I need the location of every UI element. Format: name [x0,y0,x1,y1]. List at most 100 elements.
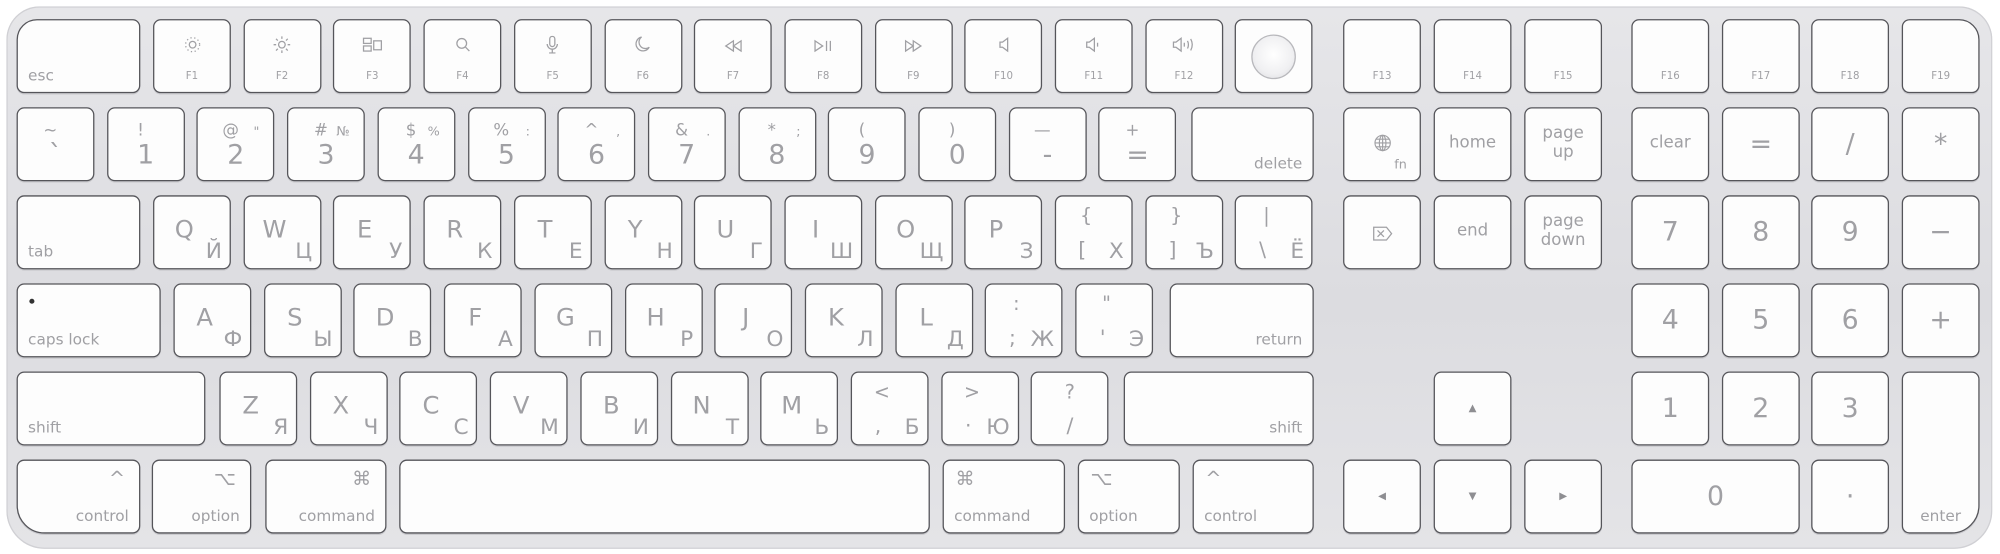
key-clear[interactable]: clear [1631,107,1710,182]
key-3[interactable]: 3 [1811,371,1890,446]
key-f4[interactable]: F4 [423,19,502,94]
key-page-up[interactable]: page up [1524,107,1603,182]
key-backslash[interactable]: | \ Ё [1235,195,1313,270]
key-f5[interactable]: F5 [513,19,592,94]
key-semicolon[interactable]: :; Ж [985,283,1063,358]
key-backtick[interactable]: ~ ` [16,107,95,182]
key-l[interactable]: LД [894,283,973,358]
key-tab[interactable]: tab [16,195,141,270]
key-control[interactable]: control ^ [1192,459,1314,534]
key-touch-id[interactable] [1235,19,1313,94]
key-f11[interactable]: F11 [1054,19,1133,94]
key-forward-delete[interactable] [1343,195,1421,270]
key-7[interactable]: 7 [1631,195,1710,270]
key-1[interactable]: ! 1 [106,107,185,182]
key-f15[interactable]: F15 [1524,19,1603,94]
key-t[interactable]: TЕ [513,195,592,270]
key-6[interactable]: 6 [1811,283,1890,358]
key-5[interactable]: %:5 [467,107,546,182]
key-equals[interactable]: + = [1098,107,1177,182]
key-2[interactable]: 2 [1721,371,1800,446]
key-f9[interactable]: F9 [874,19,953,94]
key-8[interactable]: *; 8 [737,107,816,182]
key-1[interactable]: 1 [1631,371,1710,446]
key-period[interactable]: · [1811,459,1890,534]
key-slash[interactable]: / [1811,107,1890,182]
key-command[interactable]: command ⌘ [265,459,387,534]
key-w[interactable]: WЦ [243,195,322,270]
key-option[interactable]: option ⌥ [151,459,252,534]
key-plus[interactable]: + [1901,283,1980,358]
key-b[interactable]: BИ [580,371,658,446]
key-f[interactable]: FА [443,283,522,358]
key-g[interactable]: GП [534,283,612,358]
key-0[interactable]: ) 0 [918,107,997,182]
key-f8[interactable]: F8 [784,19,863,94]
key-return[interactable]: return [1169,283,1314,358]
key-z[interactable]: ZЯ [219,371,298,446]
key-k[interactable]: KЛ [804,283,883,358]
key-f6[interactable]: F6 [603,19,682,94]
key-9[interactable]: 9 [1811,195,1890,270]
key-f14[interactable]: F14 [1433,19,1512,94]
key-4[interactable]: $% 4 [377,107,456,182]
key-f12[interactable]: F12 [1145,19,1223,94]
key-slash[interactable]: ? / [1030,371,1109,446]
key-a[interactable]: AФ [173,283,252,358]
key-9[interactable]: (9 [828,107,906,182]
key-0[interactable]: 0 [1631,459,1800,534]
key-f16[interactable]: F16 [1631,19,1710,94]
key-f17[interactable]: F17 [1721,19,1800,94]
key-arrow-right[interactable]: ▶ [1524,459,1603,534]
key-minus[interactable]: — - [1008,107,1087,182]
key-y[interactable]: YН [603,195,682,270]
key-x[interactable]: XЧ [309,371,388,446]
key-p[interactable]: PЗ [964,195,1043,270]
key-arrow-left[interactable]: ◀ [1343,459,1421,534]
key-f10[interactable]: F10 [964,19,1043,94]
key-option[interactable]: option ⌥ [1077,459,1180,534]
key-control[interactable]: control ^ [16,459,141,534]
key-e[interactable]: EУ [333,195,412,270]
key-comma[interactable]: <, Б [850,371,929,446]
key-caps-lock[interactable]: caps lock [16,283,161,358]
key-home[interactable]: home [1433,107,1512,182]
key-quote[interactable]: " ' Э [1075,283,1154,358]
key-delete[interactable]: delete [1191,107,1314,182]
key-u[interactable]: UГ [694,195,772,270]
key-o[interactable]: OЩ [874,195,953,270]
key-7[interactable]: &. 7 [647,107,726,182]
key-3[interactable]: # № 3 [287,107,365,182]
key-period[interactable]: > · Ю [940,371,1019,446]
key-2[interactable]: @ " 2 [196,107,275,182]
key-command[interactable]: command ⌘ [942,459,1066,534]
key-d[interactable]: DВ [353,283,432,358]
key-f13[interactable]: F13 [1343,19,1421,94]
key-shift[interactable]: shift [16,371,206,446]
key-q[interactable]: QЙ [153,195,231,270]
key-f18[interactable]: F18 [1811,19,1890,94]
key-arrow-up[interactable]: ▲ [1433,371,1512,446]
key-space[interactable] [399,459,930,534]
key-f3[interactable]: F3 [333,19,412,94]
key-end[interactable]: end [1433,195,1512,270]
key-arrow-down[interactable]: ▼ [1433,459,1512,534]
key-shift[interactable]: shift [1123,371,1314,446]
key-right-bracket[interactable]: }] Ъ [1145,195,1223,270]
key-i[interactable]: IШ [784,195,863,270]
key-f2[interactable]: F2 [243,19,322,94]
key-equals[interactable]: = [1721,107,1800,182]
key-f1[interactable]: F1 [153,19,231,94]
key-f19[interactable]: F19 [1901,19,1980,94]
key-r[interactable]: RК [423,195,502,270]
key-c[interactable]: CС [399,371,478,446]
key-esc[interactable]: esc [16,19,141,94]
key-6[interactable]: ^, 6 [557,107,636,182]
key-n[interactable]: NТ [670,371,749,446]
key-minus[interactable]: − [1901,195,1980,270]
key-m[interactable]: MЬ [760,371,839,446]
key-5[interactable]: 5 [1721,283,1800,358]
key-f7[interactable]: F7 [694,19,772,94]
key-s[interactable]: SЫ [263,283,342,358]
key-4[interactable]: 4 [1631,283,1710,358]
